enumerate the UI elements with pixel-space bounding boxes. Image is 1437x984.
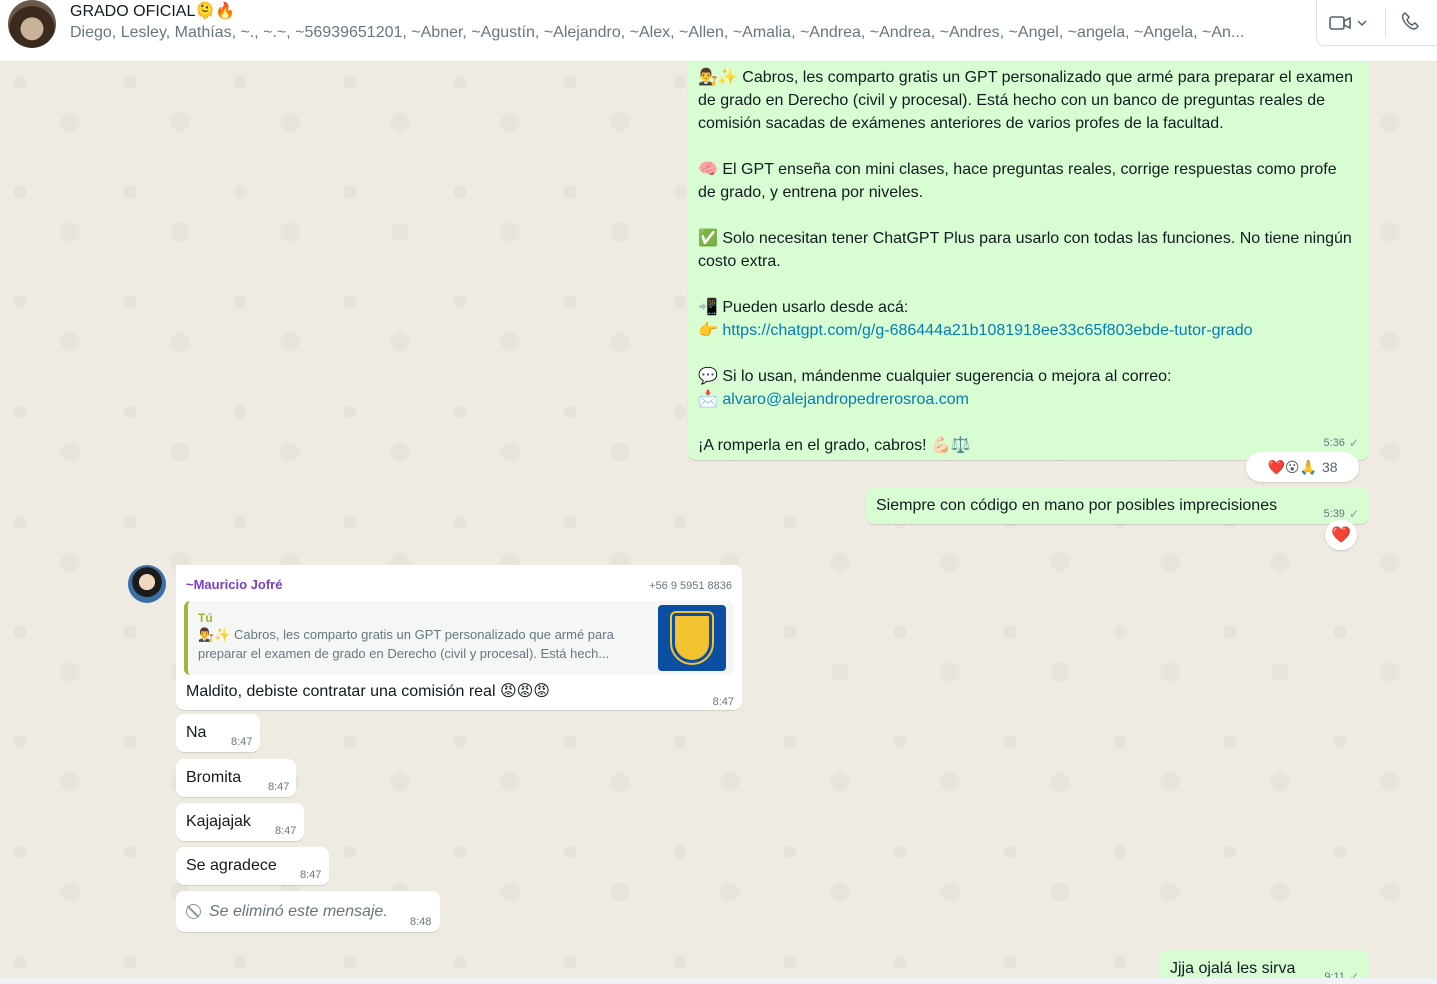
message-se-agradece[interactable]: Se agradece 8:47 (176, 847, 329, 885)
message-text: Maldito, debiste contratar una comisión … (186, 683, 550, 700)
message-gpt-announcement[interactable]: 👨‍⚖️✨ Cabros, les comparto gratis un GPT… (688, 62, 1369, 460)
message-last[interactable]: Jjja ojalá les sirva 9:11 ✓ (1160, 950, 1369, 978)
message-time: 9:11 (1324, 971, 1345, 978)
message-time: 8:47 (275, 825, 297, 837)
message-meta: 8:47 (275, 820, 296, 843)
paragraph-1: 👨‍⚖️✨ Cabros, les comparto gratis un GPT… (698, 69, 1358, 132)
message-time: 8:48 (410, 916, 432, 928)
message-text: Se agradece (186, 857, 277, 874)
quote-thumbnail (658, 605, 726, 671)
message-meta: 8:47 (268, 776, 289, 799)
message-text: Na (186, 724, 207, 741)
sender-avatar[interactable] (128, 565, 166, 603)
message-text: Bromita (186, 769, 242, 786)
composer-edge (0, 978, 1437, 984)
deleted-text-row: Se eliminó este mensaje. (186, 900, 388, 923)
message-deleted[interactable]: Se eliminó este mensaje. 8:48 (176, 891, 440, 932)
gpt-link[interactable]: https://chatgpt.com/g/g-686444a21b108191… (722, 322, 1252, 339)
reaction-emojis: ❤️😮🙏 (1267, 458, 1317, 475)
quote-text: 👨‍⚖️✨ Cabros, les comparto gratis un GPT… (198, 627, 614, 661)
paragraph-6: ¡A romperla en el grado, cabros! 💪🏻⚖️ (698, 437, 971, 454)
sender-name[interactable]: ~Mauricio Jofré (186, 573, 282, 596)
video-call-button[interactable] (1329, 12, 1377, 34)
message-kajajajak[interactable]: Kajajajak 8:47 (176, 803, 304, 841)
message-code-reminder[interactable]: Siempre con código en mano por posibles … (866, 487, 1369, 524)
voice-call-button[interactable] (1401, 12, 1431, 34)
quoted-message[interactable]: Tú 👨‍⚖️✨ Cabros, les comparto gratis un … (184, 601, 734, 675)
group-avatar[interactable] (8, 0, 56, 48)
message-text: Jjja ojalá les sirva (1170, 960, 1296, 977)
sender-phone: +56 9 5951 8836 (649, 580, 732, 592)
message-meta: 8:47 (300, 864, 321, 887)
reaction-heart[interactable]: ❤️ (1325, 520, 1357, 550)
chat-header: GRADO OFICIAL🫠🔥 Diego, Lesley, Mathías, … (0, 0, 1437, 62)
message-reply[interactable]: ~Mauricio Jofré +56 9 5951 8836 Tú 👨‍⚖️✨… (176, 565, 742, 710)
paragraph-4: 📲 Pueden usarlo desde acá: (698, 299, 909, 316)
email-link[interactable]: alvaro@alejandropedrerosroa.com (722, 391, 969, 408)
message-na[interactable]: Na 8:47 (176, 714, 260, 752)
message-text: 👨‍⚖️✨ Cabros, les comparto gratis un GPT… (698, 66, 1358, 457)
divider (1385, 8, 1386, 38)
message-text: Siempre con código en mano por posibles … (876, 497, 1278, 514)
message-time: 8:47 (300, 869, 322, 881)
message-meta: 9:11 ✓ (1324, 966, 1359, 978)
paragraph-3: ✅ Solo necesitan tener ChatGPT Plus para… (698, 230, 1357, 270)
paragraph-2: 🧠 El GPT enseña con mini clases, hace pr… (698, 161, 1342, 201)
message-bromita[interactable]: Bromita 8:47 (176, 759, 296, 797)
paragraph-5: 💬 Si lo usan, mándenme cualquier sugeren… (698, 368, 1172, 385)
video-call-icon (1329, 16, 1351, 30)
message-time: 8:47 (712, 696, 734, 708)
sent-check-icon: ✓ (1348, 436, 1359, 450)
group-members[interactable]: Diego, Lesley, Mathías, ~., ~.~, ~569396… (70, 24, 1300, 42)
sent-check-icon: ✓ (1348, 970, 1359, 978)
chevron-down-icon (1357, 20, 1367, 27)
email-emoji: 📩 (698, 391, 718, 408)
message-text: Se eliminó este mensaje. (209, 903, 388, 920)
reaction-bar[interactable]: ❤️😮🙏 38 (1246, 452, 1359, 482)
pointer-emoji: 👉 (698, 322, 718, 339)
message-time: 8:47 (231, 736, 253, 748)
message-time: 8:47 (268, 781, 290, 793)
group-title[interactable]: GRADO OFICIAL🫠🔥 (70, 1, 235, 21)
reaction-count: 38 (1321, 459, 1338, 475)
deleted-ban-icon (186, 904, 201, 919)
message-meta: 8:48 (410, 911, 431, 934)
call-controls (1316, 0, 1437, 46)
message-meta: 8:47 (231, 731, 252, 754)
university-crest-icon (670, 611, 714, 665)
message-text: Kajajajak (186, 813, 251, 830)
chat-area[interactable]: 👨‍⚖️✨ Cabros, les comparto gratis un GPT… (0, 62, 1437, 978)
heart-icon: ❤️ (1331, 527, 1351, 544)
message-meta: 8:47 (713, 691, 734, 714)
phone-icon (1401, 12, 1419, 30)
